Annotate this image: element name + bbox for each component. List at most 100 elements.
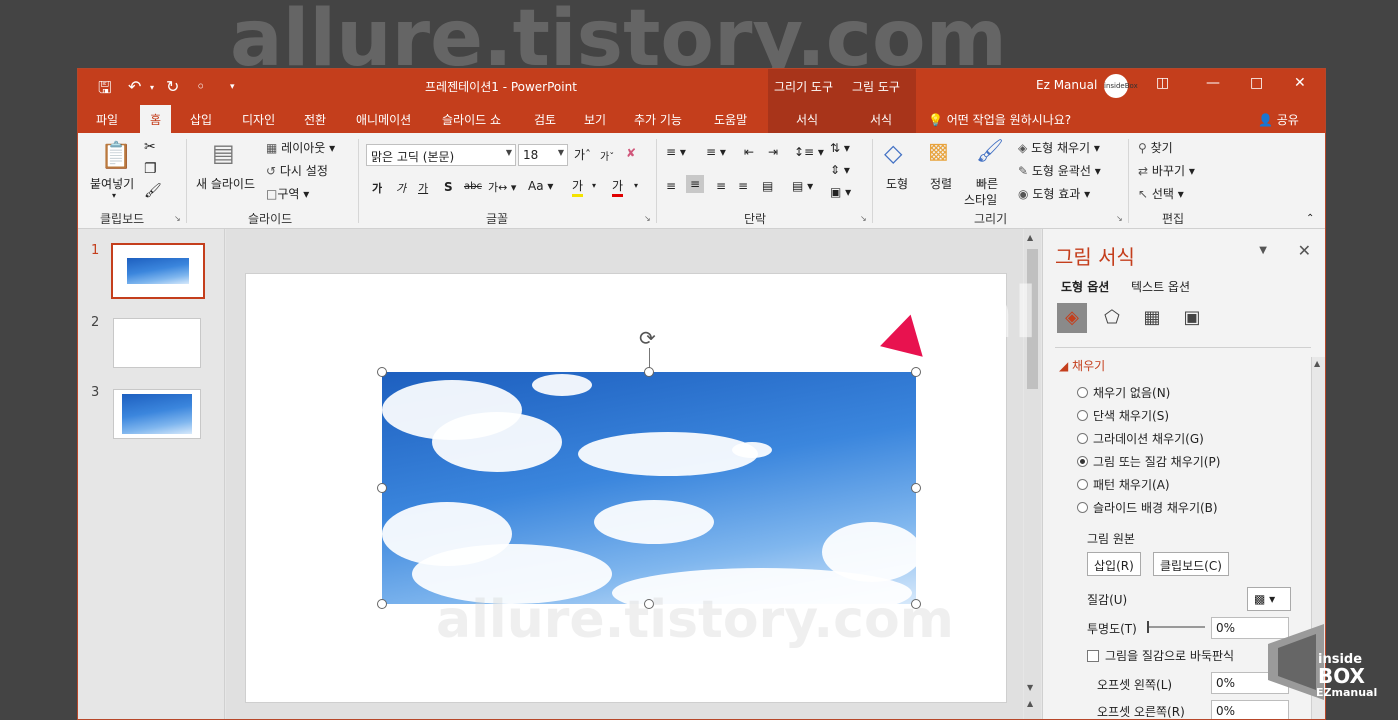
slide-thumbnail-2[interactable] xyxy=(113,318,201,368)
start-from-beginning-icon[interactable]: ◦ xyxy=(196,77,205,96)
shape-outline-button[interactable]: ✎ 도형 윤곽선 ▾ xyxy=(1018,162,1101,179)
columns-icon[interactable]: ▤ ▾ xyxy=(792,179,813,193)
distributed-icon[interactable]: ▤ xyxy=(762,179,773,193)
slide-thumbnail-3[interactable] xyxy=(113,389,201,439)
scroll-up-icon[interactable]: ▲ xyxy=(1314,359,1320,368)
radio-solid-fill[interactable]: 단색 채우기(S) xyxy=(1077,407,1169,424)
tab-slideshow[interactable]: 슬라이드 쇼 xyxy=(442,111,501,128)
clear-formatting-icon[interactable]: ✘ xyxy=(626,146,636,160)
radio-gradient-fill[interactable]: 그라데이션 채우기(G) xyxy=(1077,430,1204,447)
tile-checkbox-row[interactable]: 그림을 질감으로 바둑판식 xyxy=(1087,647,1234,664)
text-direction-icon[interactable]: ⇅ ▾ xyxy=(830,141,850,155)
save-icon[interactable]: 🖫 xyxy=(98,77,112,104)
maximize-icon[interactable]: □ xyxy=(1250,75,1263,91)
pane-close-icon[interactable]: ✕ xyxy=(1298,241,1311,260)
layout-button[interactable]: ▦ 레이아웃 ▾ xyxy=(266,139,335,156)
radio-button[interactable] xyxy=(1077,387,1088,398)
decrease-font-icon[interactable]: 가ˇ xyxy=(600,148,614,163)
highlight-icon[interactable]: 가 xyxy=(572,177,584,197)
decrease-indent-icon[interactable]: ⇤ xyxy=(744,145,754,159)
picture-icon[interactable]: ▣ xyxy=(1177,303,1207,333)
avatar[interactable]: insideBox xyxy=(1104,74,1138,98)
smartart-icon[interactable]: ▣ ▾ xyxy=(830,185,851,199)
resize-handle[interactable] xyxy=(377,483,387,493)
highlight-dropdown-icon[interactable]: ▾ xyxy=(592,181,596,190)
bold-icon[interactable]: 가 xyxy=(372,180,382,196)
paste-dropdown-icon[interactable]: ▾ xyxy=(112,191,116,200)
increase-font-icon[interactable]: 가ˆ xyxy=(574,146,591,163)
ribbon-display-options-icon[interactable]: ◫ xyxy=(1156,75,1169,91)
tab-text-options[interactable]: 텍스트 옵션 xyxy=(1131,278,1190,295)
close-icon[interactable]: ✕ xyxy=(1294,75,1306,91)
radio-button[interactable] xyxy=(1077,433,1088,444)
align-right-icon[interactable]: ≡ xyxy=(716,179,726,193)
quick-styles-icon[interactable]: 🖌 xyxy=(976,139,1004,164)
radio-button[interactable] xyxy=(1077,456,1088,467)
radio-background-fill[interactable]: 슬라이드 배경 채우기(B) xyxy=(1077,499,1218,516)
resize-handle[interactable] xyxy=(911,483,921,493)
font-color-icon[interactable]: 가 xyxy=(612,177,624,197)
slider-thumb[interactable] xyxy=(1147,621,1149,633)
clipboard-button[interactable]: 클립보드(C) xyxy=(1153,552,1229,576)
strikethrough-icon[interactable]: abc xyxy=(464,181,482,192)
char-spacing-icon[interactable]: 가↔ ▾ xyxy=(488,179,516,195)
offset-right-input[interactable]: 0% xyxy=(1211,700,1289,719)
shapes-button[interactable]: 도형 xyxy=(886,175,908,192)
font-size-combo[interactable]: 18 ▼ xyxy=(518,144,568,166)
numbering-icon[interactable]: ≡ ▾ xyxy=(706,145,726,159)
reset-button[interactable]: ↺ 다시 설정 xyxy=(266,162,328,179)
shapes-icon[interactable]: ◇ xyxy=(884,139,902,167)
tab-picture-format[interactable]: 서식 xyxy=(846,103,916,133)
resize-handle[interactable] xyxy=(911,367,921,377)
paste-button[interactable]: 붙여넣기 xyxy=(90,175,134,192)
minimize-icon[interactable]: — xyxy=(1206,75,1220,91)
justify-icon[interactable]: ≡ xyxy=(738,179,748,193)
clipboard-launcher-icon[interactable]: ↘ xyxy=(174,214,181,223)
tab-review[interactable]: 검토 xyxy=(534,111,556,128)
tab-shape-options[interactable]: 도형 옵션 xyxy=(1061,278,1109,295)
italic-icon[interactable]: 가 xyxy=(396,180,406,196)
transparency-slider[interactable] xyxy=(1147,621,1205,633)
resize-handle[interactable] xyxy=(377,367,387,377)
align-left-icon[interactable]: ≡ xyxy=(666,179,676,193)
paragraph-launcher-icon[interactable]: ↘ xyxy=(860,214,867,223)
arrange-button[interactable]: 정렬 xyxy=(930,175,952,192)
slide-thumbnail-1[interactable] xyxy=(111,243,205,299)
tab-animations[interactable]: 애니메이션 xyxy=(356,111,411,128)
format-painter-icon[interactable]: 🖌 xyxy=(144,183,162,199)
resize-handle[interactable] xyxy=(377,599,387,609)
underline-icon[interactable]: 가 xyxy=(418,180,428,196)
radio-no-fill[interactable]: 채우기 없음(N) xyxy=(1077,384,1170,401)
new-slide-button[interactable]: 새 슬라이드 xyxy=(196,175,255,192)
arrange-icon[interactable]: ▩ xyxy=(928,139,949,164)
size-properties-icon[interactable]: ▦ xyxy=(1137,303,1167,333)
font-name-combo[interactable]: 맑은 고딕 (본문) ▼ xyxy=(366,144,516,166)
align-text-icon[interactable]: ⇕ ▾ xyxy=(830,163,850,177)
radio-button[interactable] xyxy=(1077,502,1088,513)
bullets-icon[interactable]: ≡ ▾ xyxy=(666,145,686,159)
undo-icon[interactable]: ↶ xyxy=(128,77,141,96)
collapse-ribbon-icon[interactable]: ⌃ xyxy=(1306,213,1314,224)
fill-section-header[interactable]: ◢ 채우기 xyxy=(1059,357,1105,374)
scroll-down-icon[interactable]: ▼ xyxy=(1027,683,1033,692)
redo-icon[interactable]: ↻ xyxy=(166,77,179,96)
radio-picture-fill[interactable]: 그림 또는 질감 채우기(P) xyxy=(1077,453,1220,470)
font-launcher-icon[interactable]: ↘ xyxy=(644,214,651,223)
texture-picker[interactable]: ▩ ▾ xyxy=(1247,587,1291,611)
previous-slide-icon[interactable]: ▲ xyxy=(1027,699,1033,708)
tab-drawing-format[interactable]: 서식 xyxy=(768,103,846,133)
sky-picture[interactable] xyxy=(382,372,916,604)
chevron-down-icon[interactable]: ▼ xyxy=(506,148,512,157)
paste-icon[interactable]: 📋 xyxy=(100,141,132,171)
radio-button[interactable] xyxy=(1077,410,1088,421)
undo-dropdown-icon[interactable]: ▾ xyxy=(150,83,154,92)
pane-options-icon[interactable]: ▼ xyxy=(1259,245,1267,256)
radio-pattern-fill[interactable]: 패턴 채우기(A) xyxy=(1077,476,1170,493)
section-button[interactable]: □구역 ▾ xyxy=(266,185,309,202)
tab-view[interactable]: 보기 xyxy=(584,111,606,128)
tab-home[interactable]: 홈 xyxy=(140,105,172,133)
scroll-up-icon[interactable]: ▲ xyxy=(1027,233,1033,242)
drawing-launcher-icon[interactable]: ↘ xyxy=(1116,214,1123,223)
radio-button[interactable] xyxy=(1077,479,1088,490)
fill-line-icon[interactable]: ◈ xyxy=(1057,303,1087,333)
